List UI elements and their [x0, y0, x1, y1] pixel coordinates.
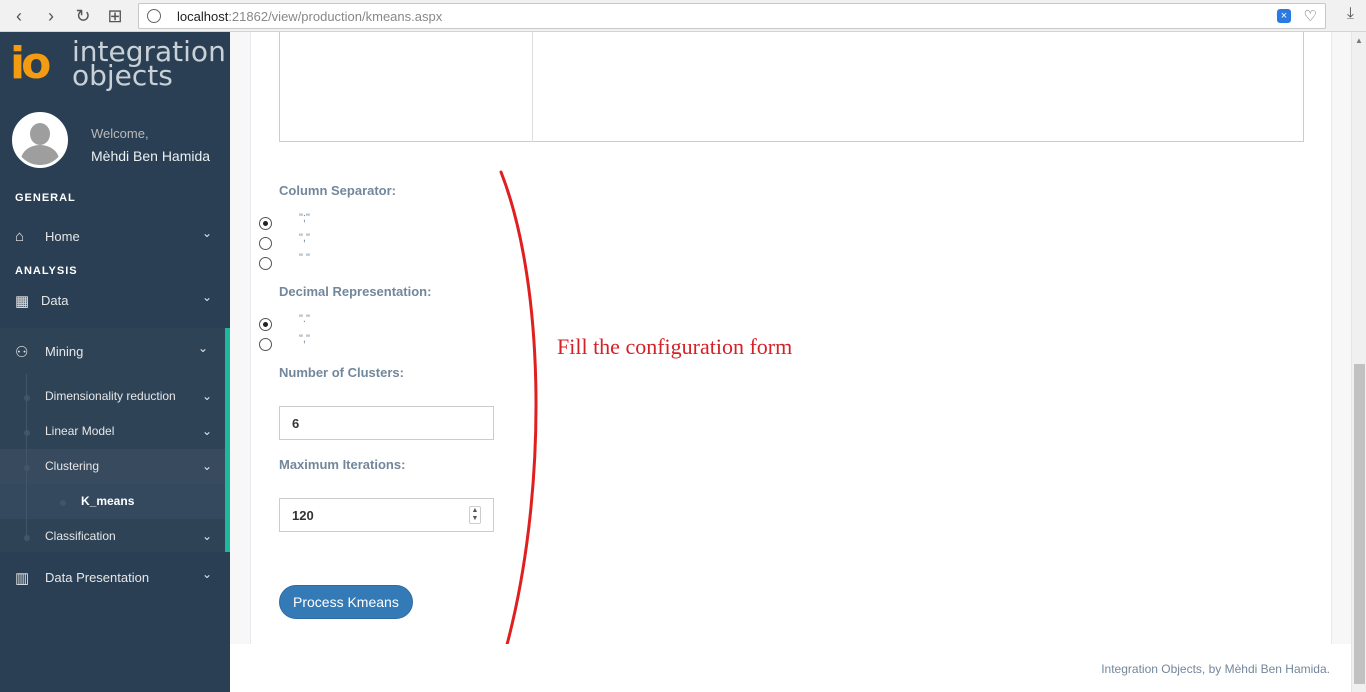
scrollbar-thumb[interactable]	[1354, 364, 1365, 684]
iterations-input[interactable]: 120 ▲ ▼	[279, 498, 494, 532]
chevron-down-icon: ⌄	[201, 529, 212, 543]
welcome-text: Welcome,	[91, 126, 149, 141]
bar-chart-icon: ▥	[15, 570, 30, 587]
sidebar-item-label: Data	[41, 293, 69, 308]
footer: Integration Objects, by Mèhdi Ben Hamida…	[230, 644, 1366, 692]
column-separator-radio-label-1: ","	[299, 232, 310, 244]
column-separator-radio-0[interactable]	[259, 217, 272, 230]
url-path: :21862/view/production/kmeans.aspx	[228, 9, 443, 24]
sidebar-item-linear-model[interactable]: Linear Model ⌄	[0, 414, 225, 448]
footer-text: Integration Objects, by Mèhdi Ben Hamida…	[1101, 662, 1330, 676]
sidebar-item-classification[interactable]: Classification ⌄	[0, 519, 225, 553]
annotation-text: Fill the configuration form	[557, 334, 793, 359]
submenu-dot	[24, 465, 30, 471]
sidebar: io integration objects Welcome, Mèhdi Be…	[0, 32, 230, 692]
user-name: Mèhdi Ben Hamida	[91, 148, 211, 164]
column-separator-radio-label-0: ";"	[299, 212, 310, 224]
back-icon[interactable]: ‹	[8, 5, 30, 27]
url-text: localhost:21862/view/production/kmeans.a…	[177, 9, 442, 24]
decimal-radio-1[interactable]	[259, 338, 272, 351]
decimal-radio-label-1: ","	[299, 333, 310, 345]
globe-icon	[147, 9, 161, 23]
column-separator-label: Column Separator:	[279, 183, 397, 198]
chevron-down-icon: ⌄	[201, 226, 212, 240]
avatar-head	[30, 123, 50, 145]
table-icon: ▦	[15, 293, 30, 310]
main-content: Column Separator: ";" "," " " Decimal Repr…	[230, 32, 1366, 692]
sidebar-item-dimensionality-reduction[interactable]: Dimensionality reduction ⌄	[0, 379, 225, 413]
decimal-representation-label: Decimal Representation:	[279, 284, 432, 299]
process-kmeans-button[interactable]: Process Kmeans	[279, 585, 413, 619]
address-bar[interactable]: localhost:21862/view/production/kmeans.a…	[138, 3, 1326, 29]
reload-icon[interactable]: ↻	[72, 5, 94, 27]
column-separator-radio-label-2: " "	[299, 252, 310, 264]
section-general: GENERAL	[15, 192, 76, 204]
chevron-down-icon: ⌄	[197, 341, 208, 355]
logo-text: integration objects	[72, 35, 226, 92]
home-icon: ⌂	[15, 228, 25, 245]
spin-up-icon[interactable]: ▲	[470, 507, 480, 515]
column-separator-radio-2[interactable]	[259, 257, 272, 270]
sidebar-item-label: K_means	[81, 494, 135, 508]
maximum-iterations-label: Maximum Iterations:	[279, 457, 406, 472]
decimal-radio-label-0: "."	[299, 313, 310, 325]
submenu-dot	[24, 395, 30, 401]
download-icon[interactable]: ⤓	[1347, 5, 1354, 23]
submenu-dot	[60, 500, 66, 506]
url-host: localhost	[177, 9, 229, 24]
sidebar-item-label: Clustering	[45, 459, 100, 473]
clusters-input[interactable]: 6	[279, 406, 494, 440]
forward-icon[interactable]: ›	[40, 5, 62, 27]
sidebar-item-data-presentation[interactable]: ▥ Data Presentation ⌄	[0, 560, 230, 596]
avatar-body	[21, 145, 59, 165]
section-analysis: ANALYSIS	[15, 265, 78, 277]
sidebar-item-label: Dimensionality reduction	[45, 389, 176, 403]
sidebar-item-mining[interactable]: ⚇ Mining ⌄	[0, 334, 230, 370]
spinner-control[interactable]: ▲ ▼	[469, 506, 481, 524]
scroll-up-icon[interactable]: ▲	[1355, 36, 1363, 45]
number-of-clusters-label: Number of Clusters:	[279, 365, 404, 380]
logo-mark: io	[10, 38, 51, 89]
submenu-dot	[24, 430, 30, 436]
avatar	[12, 112, 68, 168]
sidebar-item-label: Mining	[45, 344, 84, 359]
spin-down-icon[interactable]: ▼	[470, 515, 480, 523]
scrollbar[interactable]: ▲	[1351, 32, 1366, 692]
iterations-value: 120	[292, 508, 314, 523]
column-separator-radio-1[interactable]	[259, 237, 272, 250]
data-table	[279, 32, 1304, 142]
sidebar-item-data[interactable]: ▦ Data ⌄	[0, 283, 230, 319]
chevron-down-icon: ⌄	[201, 567, 212, 581]
sidebar-item-label: Data Presentation	[45, 570, 150, 585]
extension-x-icon[interactable]: ×	[1277, 9, 1291, 23]
sidebar-item-label: Home	[45, 229, 80, 244]
logo[interactable]: io integration objects	[10, 35, 226, 92]
submenu-dot	[24, 535, 30, 541]
sidebar-item-home[interactable]: ⌂ Home ⌄	[0, 219, 230, 255]
table-column-divider	[532, 32, 533, 142]
apps-icon[interactable]: ⊞	[104, 5, 126, 27]
sitemap-icon: ⚇	[15, 344, 29, 361]
chevron-down-icon: ⌄	[201, 424, 212, 438]
chevron-down-icon: ⌄	[201, 290, 212, 304]
chevron-down-icon: ⌄	[201, 459, 212, 473]
sidebar-item-label: Linear Model	[45, 424, 115, 438]
favorite-icon[interactable]: ♡	[1304, 7, 1317, 25]
decimal-radio-0[interactable]	[259, 318, 272, 331]
annotation-brace	[499, 170, 538, 654]
sidebar-item-kmeans[interactable]: K_means	[0, 484, 225, 518]
chevron-down-icon: ⌄	[201, 389, 212, 403]
sidebar-item-label: Classification	[45, 529, 116, 543]
browser-toolbar: ‹ › ↻ ⊞ localhost:21862/view/production/…	[0, 0, 1366, 32]
sidebar-item-clustering[interactable]: Clustering ⌄	[0, 449, 225, 483]
